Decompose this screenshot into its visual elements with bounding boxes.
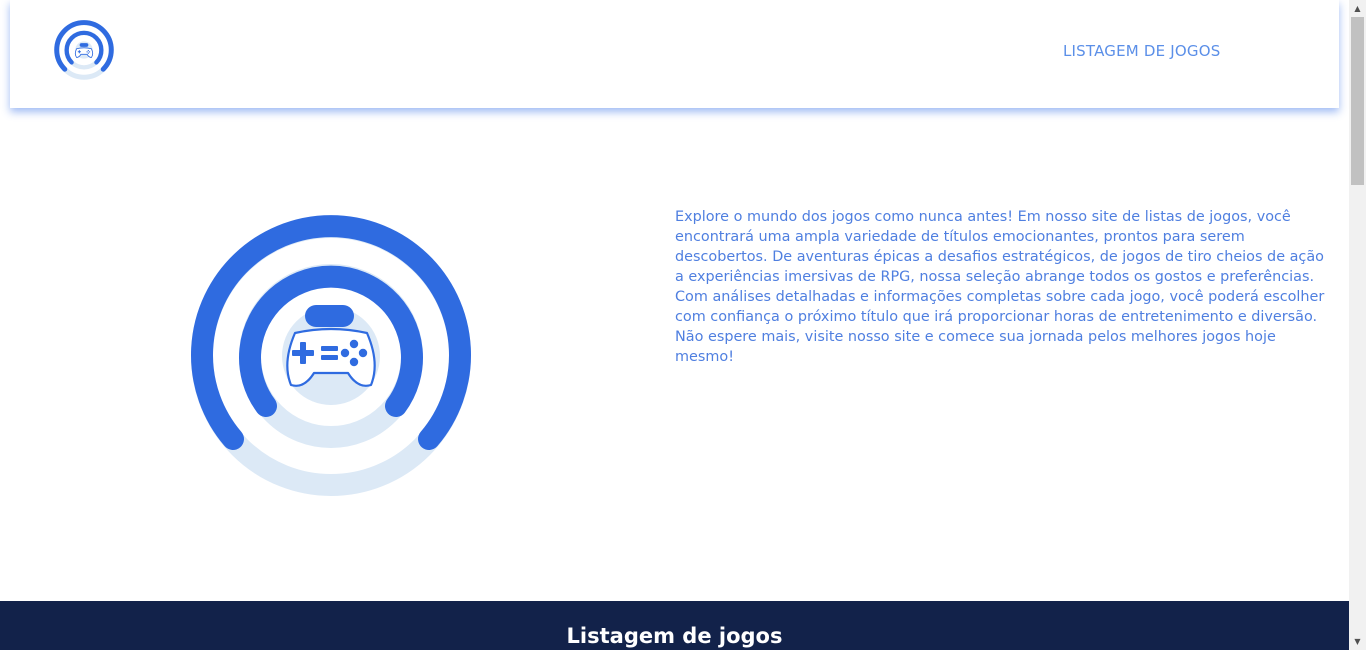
arrow-up-icon[interactable]: ▲ — [1349, 0, 1366, 17]
games-list-section: Listagem de jogos — [0, 601, 1349, 650]
arrow-down-icon[interactable]: ▼ — [1349, 633, 1366, 650]
section-title: Listagem de jogos — [566, 624, 783, 648]
site-header: LISTAGEM DE JOGOS — [10, 0, 1339, 108]
gamepad-illustration-icon — [191, 215, 471, 496]
scrollbar-thumb[interactable] — [1351, 17, 1364, 185]
site-logo-icon[interactable] — [53, 19, 115, 81]
nav-link-listagem[interactable]: LISTAGEM DE JOGOS — [1063, 42, 1221, 60]
hero-description: Explore o mundo dos jogos como nunca ant… — [675, 209, 1325, 365]
page-viewport: LISTAGEM DE JOGOS Explore o mundo dos jo… — [0, 0, 1349, 650]
vertical-scrollbar[interactable]: ▲ ▼ — [1349, 0, 1366, 650]
